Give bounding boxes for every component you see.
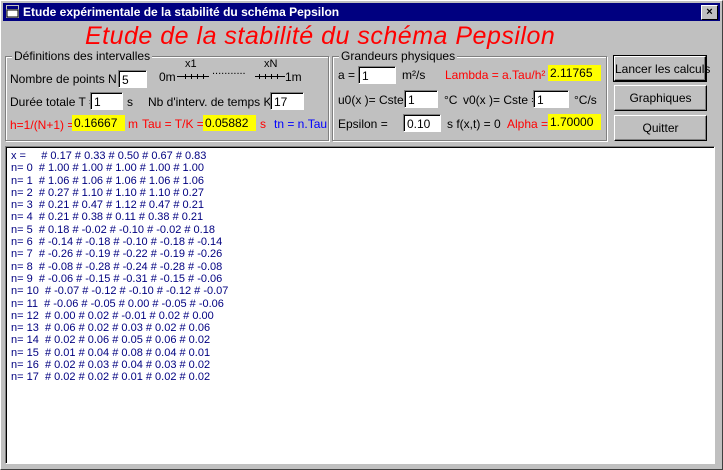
h-label: h=1/(N+1) = — [10, 118, 75, 132]
results-line: n= 10 # -0.07 # -0.12 # -0.10 # -0.12 # … — [11, 285, 229, 298]
slider-tick — [185, 74, 186, 79]
results-line: n= 1 # 1.06 # 1.06 # 1.06 # 1.06 # 1.06 — [11, 174, 204, 187]
lambda-value: 2.11765 — [548, 65, 601, 81]
main-window: Etude expérimentale de la stabilité du s… — [0, 0, 723, 470]
results-line: n= 16 # 0.02 # 0.03 # 0.04 # 0.03 # 0.02 — [11, 359, 211, 372]
app-icon — [6, 5, 19, 18]
results-line: n= 2 # 0.27 # 1.10 # 1.10 # 1.10 # 0.27 — [11, 186, 204, 199]
compute-button[interactable]: Lancer les calculs — [613, 55, 710, 82]
v0-unit: °C/s — [574, 93, 597, 107]
h-unit: m — [128, 117, 138, 131]
results-line: n= 11 # -0.06 # -0.05 # 0.00 # -0.05 # -… — [11, 297, 224, 310]
a-unit: m²/s — [402, 68, 426, 82]
slider-dots: ........... — [212, 65, 246, 77]
physics-legend: Grandeurs physiques — [339, 49, 458, 63]
results-line: n= 14 # 0.02 # 0.06 # 0.05 # 0.06 # 0.02 — [11, 334, 211, 347]
tau-value: 0.05882 — [203, 115, 256, 131]
slider-tick — [191, 74, 192, 79]
results-line: n= 9 # -0.06 # -0.15 # -0.31 # -0.15 # -… — [11, 272, 223, 285]
slider-tick — [197, 74, 198, 79]
slider-tick — [277, 74, 278, 79]
results-line: n= 12 # 0.00 # 0.02 # -0.01 # 0.02 # 0.0… — [11, 309, 214, 322]
quit-button[interactable]: Quitter — [614, 115, 707, 141]
epsilon-label: Epsilon = — [338, 117, 388, 131]
slider-right-label: 1m — [285, 70, 302, 84]
intervals-legend: Définitions des intervalles — [12, 49, 153, 63]
slider-tick — [271, 74, 272, 79]
points-input[interactable]: 5 — [118, 70, 147, 88]
lambda-label: Lambda = a.Tau/h² = — [445, 68, 556, 82]
time-intervals-label: Nb d'interv. de temps K = — [148, 95, 282, 109]
results-line: n= 17 # 0.02 # 0.02 # 0.01 # 0.02 # 0.02 — [11, 371, 211, 384]
time-intervals-input[interactable]: 17 — [270, 92, 304, 110]
results-line: x = # 0.17 # 0.33 # 0.50 # 0.67 # 0.83 — [11, 150, 207, 162]
duration-input[interactable]: 1 — [90, 92, 123, 110]
u0-label: u0(x )= Cste = — [338, 93, 415, 107]
slider-xN-label: xN — [264, 58, 278, 70]
graphs-button[interactable]: Graphiques — [614, 85, 707, 111]
alpha-label: Alpha = — [507, 117, 549, 131]
close-button[interactable]: × — [701, 5, 718, 20]
a-input[interactable]: 1 — [358, 66, 396, 84]
banner-title: Etude de la stabilité du schéma Pepsilon — [85, 22, 556, 50]
results-line: n= 15 # 0.01 # 0.04 # 0.08 # 0.04 # 0.01 — [11, 346, 211, 359]
v0-label: v0(x )= Cste = — [463, 93, 539, 107]
f-label: s f(x,t) = 0 — [447, 117, 501, 131]
window-title: Etude expérimentale de la stabilité du s… — [23, 5, 340, 19]
results-line: n= 8 # -0.08 # -0.28 # -0.24 # -0.28 # -… — [11, 260, 223, 273]
alpha-value: 1.70000 — [548, 114, 601, 130]
slider-tick — [203, 74, 204, 79]
title-bar[interactable]: Etude expérimentale de la stabilité du s… — [3, 3, 720, 21]
slider-tick — [259, 74, 260, 79]
results-line: n= 0 # 1.00 # 1.00 # 1.00 # 1.00 # 1.00 — [11, 162, 204, 175]
tn-label: tn = n.Tau — [274, 117, 328, 131]
u0-unit: °C — [444, 93, 458, 107]
results-line: n= 4 # 0.21 # 0.38 # 0.11 # 0.38 # 0.21 — [11, 211, 204, 224]
results-line: n= 5 # 0.18 # -0.02 # -0.10 # -0.02 # 0.… — [11, 223, 215, 236]
slider-x1-label: x1 — [185, 58, 197, 70]
slider-track-left — [177, 76, 209, 77]
epsilon-input[interactable]: 0.10 — [403, 114, 441, 132]
slider-left-label: 0m — [159, 70, 176, 84]
results-textbox[interactable]: x = # 0.17 # 0.33 # 0.50 # 0.67 # 0.83 n… — [5, 146, 715, 464]
results-line: n= 6 # -0.14 # -0.18 # -0.10 # -0.18 # -… — [11, 236, 223, 249]
duration-unit: s — [127, 95, 133, 109]
results-line: n= 3 # 0.21 # 0.47 # 1.12 # 0.47 # 0.21 — [11, 199, 204, 212]
h-value: 0.16667 — [72, 115, 125, 131]
tau-label: Tau = T/K = — [142, 117, 204, 131]
slider-tick — [265, 74, 266, 79]
tau-unit: s — [260, 117, 266, 131]
v0-input[interactable]: 1 — [533, 90, 569, 108]
duration-label: Durée totale T = — [10, 95, 96, 109]
results-line: n= 7 # -0.26 # -0.19 # -0.22 # -0.19 # -… — [11, 248, 223, 261]
points-label: Nombre de points N = — [10, 72, 128, 86]
u0-input[interactable]: 1 — [404, 90, 438, 108]
a-label: a = — [338, 68, 356, 82]
results-line: n= 13 # 0.06 # 0.02 # 0.03 # 0.02 # 0.06 — [11, 322, 211, 335]
